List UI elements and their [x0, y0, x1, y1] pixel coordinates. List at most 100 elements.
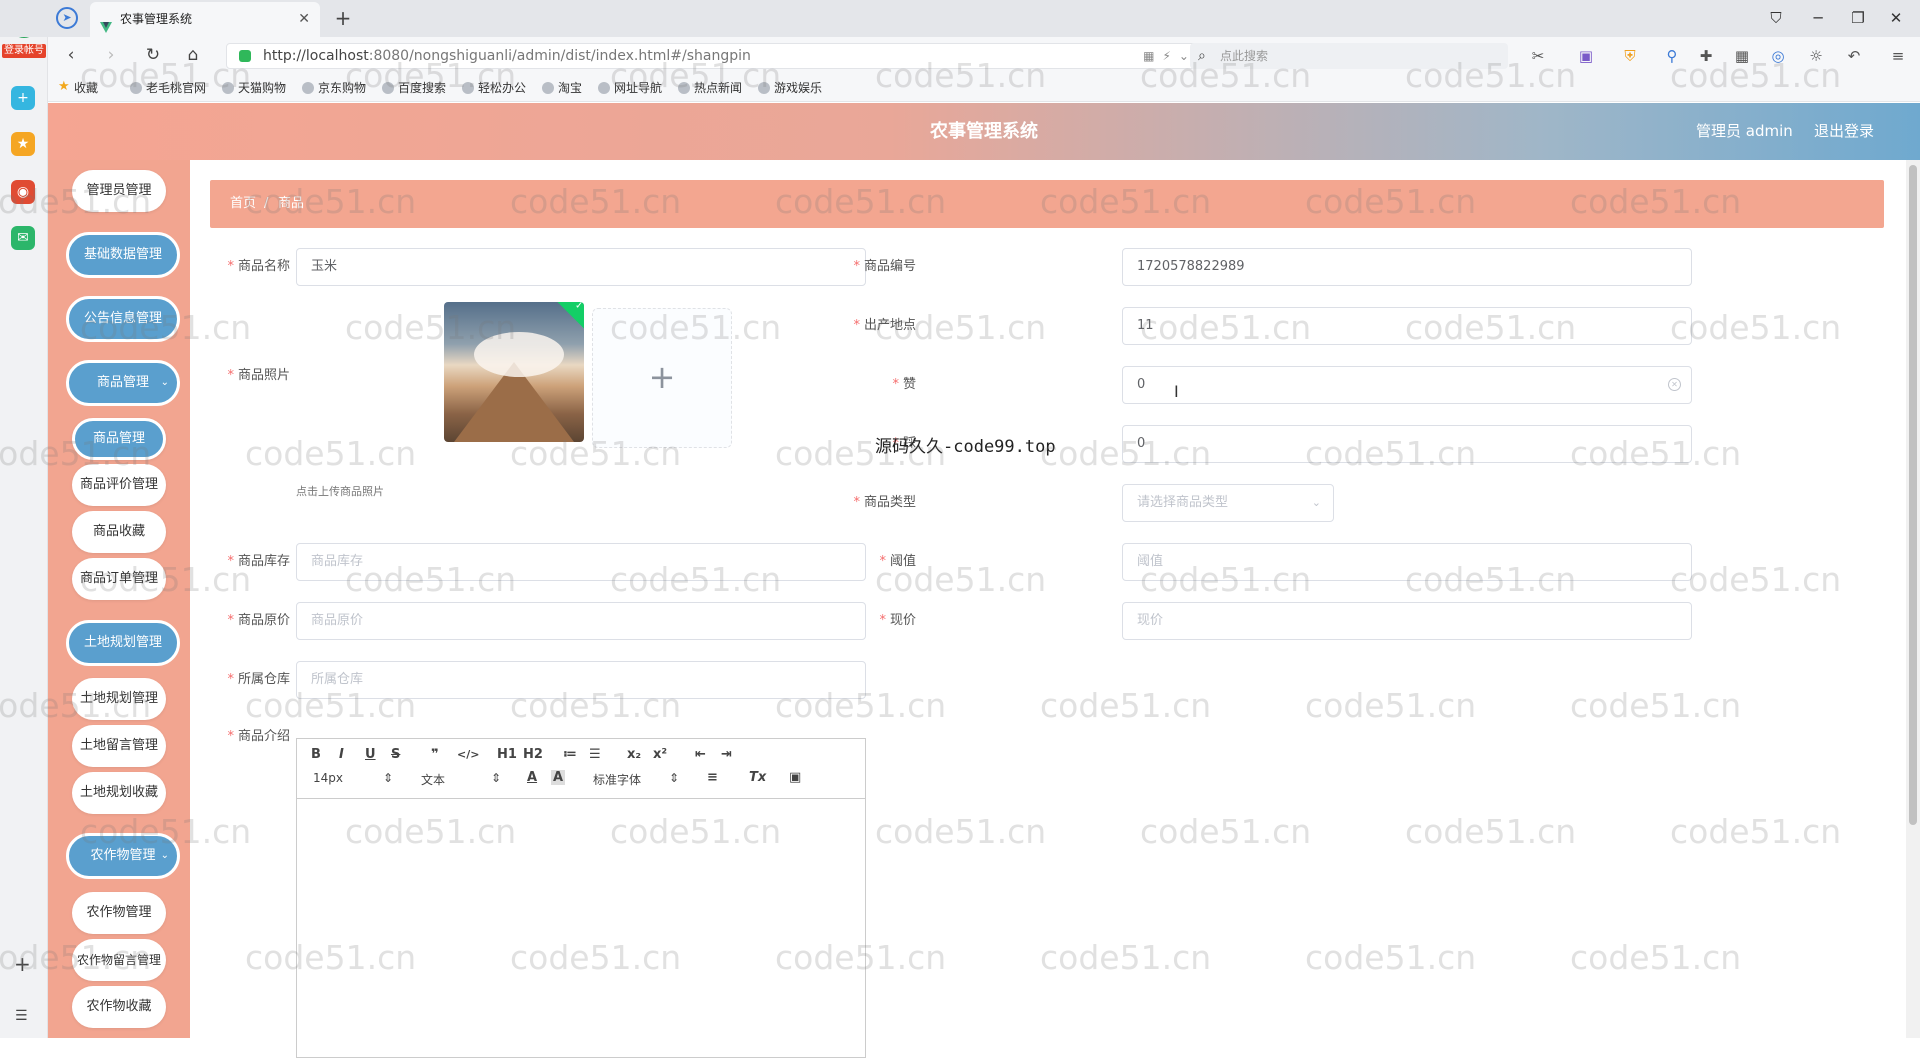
like-input[interactable]: 0 ✕ [1122, 366, 1692, 404]
extension-icon[interactable]: ✚ [1696, 46, 1716, 66]
rich-text-editor[interactable]: B I U S ❞ </> H1 H2 ≔ ☰ x₂ x² ⇤ ⇥ 14px ⇕… [296, 738, 866, 1058]
upload-button[interactable]: + [592, 308, 732, 448]
bookmark-item[interactable]: 京东购物 [302, 80, 366, 96]
font-color-icon[interactable]: A [527, 770, 537, 785]
font-family-select[interactable]: 标准字体 [593, 771, 641, 788]
clear-format-icon[interactable]: Tx [749, 770, 766, 785]
home-icon[interactable]: ⌂ [182, 44, 204, 66]
breadcrumb-home[interactable]: 首页 [230, 180, 256, 228]
uploaded-photo[interactable]: ✓ [444, 302, 584, 442]
dislike-input[interactable]: 0 [1122, 425, 1692, 463]
browser-tab[interactable]: 农事管理系统 ✕ [90, 2, 320, 37]
mail-icon[interactable]: ✉ [11, 226, 35, 250]
bookmark-item[interactable]: 轻松办公 [462, 80, 526, 96]
format-select[interactable]: 文本 [421, 771, 445, 788]
updown-icon: ⇕ [669, 771, 680, 785]
address-bar[interactable]: http://localhost:8080/nongshiguanli/admi… [226, 43, 1208, 69]
origin-input[interactable]: 11 [1122, 307, 1692, 345]
underline-icon[interactable]: U [365, 747, 376, 762]
search-input[interactable]: ⌕ 点此搜索 [1190, 43, 1508, 69]
sync-icon[interactable]: ◎ [1768, 46, 1788, 66]
threshold-input[interactable]: 阈值 [1122, 543, 1692, 581]
new-tab-button[interactable]: + [328, 2, 358, 35]
bookmark-item[interactable]: 淘宝 [542, 80, 582, 96]
subscript-icon[interactable]: x₂ [627, 747, 641, 762]
type-placeholder: 请选择商品类型 [1137, 495, 1229, 510]
navigate-icon[interactable]: ➤ [56, 7, 78, 29]
refresh-icon[interactable]: ↻ [142, 44, 164, 66]
undo-icon[interactable]: ↶ [1844, 46, 1864, 66]
weibo-icon[interactable]: ◉ [11, 180, 35, 204]
background-color-icon[interactable]: A [551, 770, 566, 785]
stock-input[interactable]: 商品库存 [296, 543, 866, 581]
font-size-select[interactable]: 14px [313, 771, 343, 785]
price-input[interactable]: 现价 [1122, 602, 1692, 640]
brightness-icon[interactable]: ☼ [1806, 46, 1826, 66]
outdent-icon[interactable]: ⇤ [695, 747, 706, 762]
bookmark-favorites[interactable]: 收藏 [58, 79, 98, 96]
type-select[interactable]: 请选择商品类型 ⌄ [1122, 484, 1334, 522]
warehouse-input[interactable]: 所属仓库 [296, 661, 866, 699]
h1-icon[interactable]: H1 [497, 747, 517, 762]
scissors-icon[interactable]: ✂ [1528, 46, 1548, 66]
sidebar-item-land-favorite[interactable]: 土地规划收藏 [72, 772, 166, 814]
add-icon[interactable]: + [14, 952, 31, 976]
close-window-icon[interactable]: ✕ [1884, 6, 1908, 30]
shield-icon[interactable]: ⛨ [1620, 46, 1640, 66]
logout-link[interactable]: 退出登录 [1814, 103, 1874, 160]
address-tools-icon[interactable]: ▦⚡⌄ [1143, 44, 1197, 68]
h2-icon[interactable]: H2 [523, 747, 543, 762]
back-icon[interactable]: ‹ [60, 44, 82, 66]
code-input[interactable]: 1720578822989 [1122, 248, 1692, 286]
close-tab-icon[interactable]: ✕ [298, 2, 310, 37]
clear-icon[interactable]: ✕ [1668, 378, 1681, 391]
align-icon[interactable]: ≡ [707, 770, 718, 785]
sidebar-group-basic-data[interactable]: 基础数据管理 [66, 232, 180, 278]
sidebar-item-land-plan[interactable]: 土地规划管理 [72, 678, 166, 720]
bookmark-item[interactable]: 网址导航 [598, 80, 662, 96]
menu-icon[interactable]: ≡ [1888, 46, 1908, 66]
sidebar-item-goods-order[interactable]: 商品订单管理 [72, 558, 166, 600]
bookmark-item[interactable]: 老毛桃官网 [130, 80, 206, 96]
sidebar-group-goods[interactable]: 商品管理 ⌄ [66, 360, 180, 406]
restore-icon[interactable]: ❐ [1846, 6, 1870, 30]
sidebar-item-crop-favorite[interactable]: 农作物收藏 [72, 986, 166, 1028]
magnifier-icon[interactable]: ⚲ [1662, 46, 1682, 66]
login-badge[interactable]: 登录帐号 [2, 44, 46, 58]
sidebar-group-crop[interactable]: 农作物管理 ⌄ [66, 833, 180, 879]
apps-icon[interactable]: ▦ [1732, 46, 1752, 66]
translate-icon[interactable]: ▣ [1576, 46, 1596, 66]
bookmark-item[interactable]: 天猫购物 [222, 80, 286, 96]
forward-icon[interactable]: › [100, 44, 122, 66]
quote-icon[interactable]: ❞ [431, 747, 439, 762]
sidebar-group-land-plan[interactable]: 土地规划管理 [66, 620, 180, 666]
sidebar-item-admin[interactable]: 管理员管理 [72, 170, 166, 212]
bullet-list-icon[interactable]: ☰ [589, 747, 601, 762]
orig-price-input[interactable]: 商品原价 [296, 602, 866, 640]
superscript-icon[interactable]: x² [653, 747, 667, 762]
indent-icon[interactable]: ⇥ [721, 747, 732, 762]
sidebar-item-crop[interactable]: 农作物管理 [72, 892, 166, 934]
sidebar-item-goods[interactable]: 商品管理 [72, 418, 166, 460]
sidebar-item-goods-favorite[interactable]: 商品收藏 [72, 511, 166, 553]
skin-icon[interactable]: ⛉ [1764, 6, 1788, 30]
code-icon[interactable]: </> [457, 748, 479, 761]
bookmark-item[interactable]: 游戏娱乐 [758, 80, 822, 96]
ordered-list-icon[interactable]: ≔ [563, 747, 577, 762]
bookmark-item[interactable]: 百度搜索 [382, 80, 446, 96]
sidebar-item-land-message[interactable]: 土地留言管理 [72, 725, 166, 767]
plus-icon[interactable]: + [11, 86, 35, 110]
strike-icon[interactable]: S [391, 747, 400, 762]
name-input[interactable]: 玉米 [296, 248, 866, 286]
sidebar-item-crop-message[interactable]: 农作物留言管理 [72, 939, 166, 981]
sidebar-group-notice[interactable]: 公告信息管理 [66, 296, 180, 342]
bold-icon[interactable]: B [311, 747, 321, 762]
bookmark-item[interactable]: 热点新闻 [678, 80, 742, 96]
italic-icon[interactable]: I [339, 747, 344, 762]
minimize-icon[interactable]: ─ [1806, 6, 1830, 30]
star-icon[interactable]: ★ [11, 132, 35, 156]
scrollbar-thumb[interactable] [1909, 165, 1917, 825]
image-icon[interactable]: ▣ [789, 770, 801, 785]
sidebar-item-goods-review[interactable]: 商品评价管理 [72, 464, 166, 506]
list-icon[interactable]: ☰ [15, 1008, 28, 1024]
